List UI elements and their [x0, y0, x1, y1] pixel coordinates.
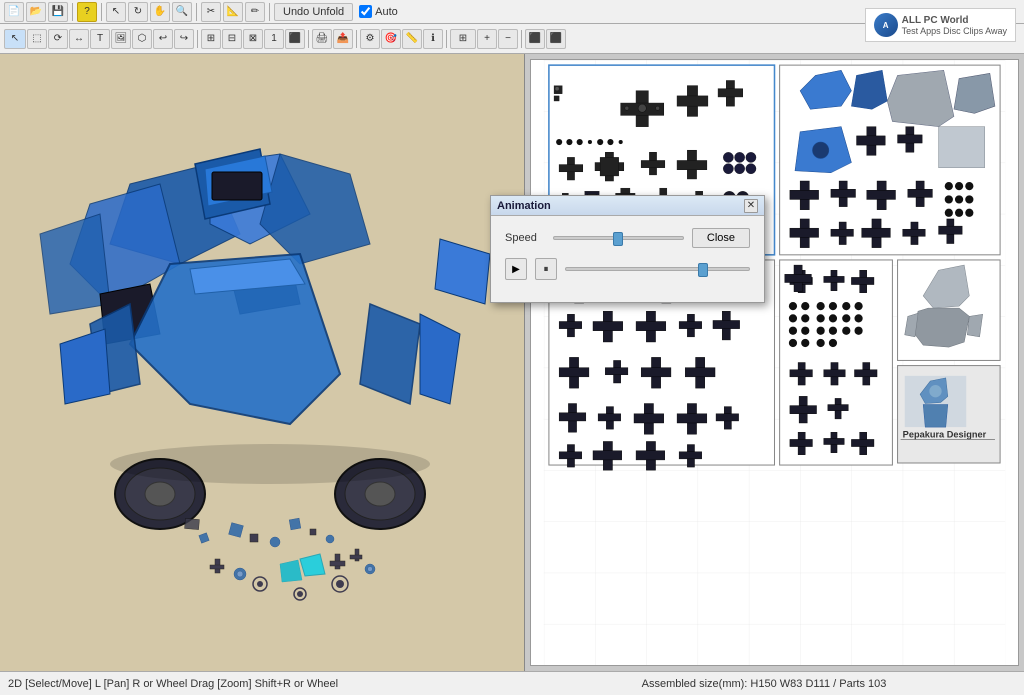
sep4 — [269, 3, 270, 21]
watermark-text: ALL PC World Test Apps Disc Clips Away — [902, 15, 1007, 36]
image-icon[interactable]: 🖼 — [111, 29, 131, 49]
3d-view-icon[interactable]: 🎯 — [381, 29, 401, 49]
status-left: 2D [Select/Move] L [Pan] R or Wheel Drag… — [8, 678, 512, 690]
animation-title: Animation — [497, 200, 551, 212]
extra2-icon[interactable]: ⬛ — [546, 29, 566, 49]
new-icon[interactable]: 📄 — [4, 2, 24, 22]
undo-unfold-button[interactable]: Undo Unfold — [274, 3, 353, 21]
sep5 — [197, 30, 198, 48]
unfold-icon[interactable]: ⬡ — [132, 29, 152, 49]
sep8 — [446, 30, 447, 48]
robot-model — [30, 104, 490, 634]
pause-button[interactable]: ⏸ — [535, 258, 557, 280]
auto-checkbox[interactable] — [359, 5, 372, 18]
svg-text:Pepakura Designer: Pepakura Designer — [903, 429, 987, 439]
flip-icon[interactable]: ↔ — [69, 29, 89, 49]
sep7 — [356, 30, 357, 48]
animation-playback-row: ▶ ⏸ — [505, 258, 750, 280]
auto-label: Auto — [375, 6, 398, 18]
animation-speed-row: Speed Close — [505, 228, 750, 248]
snap-icon[interactable]: ⊞ — [201, 29, 221, 49]
play-button[interactable]: ▶ — [505, 258, 527, 280]
paper-layout: Pepakura Designer — [530, 59, 1019, 666]
save-icon[interactable]: 💾 — [48, 2, 68, 22]
sep3 — [196, 3, 197, 21]
number-icon[interactable]: 1 — [264, 29, 284, 49]
speed-slider[interactable] — [553, 236, 684, 240]
status-right: Assembled size(mm): H150 W83 D111 / Part… — [512, 678, 1016, 690]
watermark: A ALL PC World Test Apps Disc Clips Away — [865, 8, 1016, 42]
animation-close-button[interactable]: Close — [692, 228, 750, 248]
open-icon[interactable]: 📂 — [26, 2, 46, 22]
fold-icon[interactable]: 📐 — [223, 2, 243, 22]
animation-dialog: Animation ✕ Speed Close ▶ ⏸ — [490, 195, 765, 303]
speed-label: Speed — [505, 232, 545, 244]
status-bar: 2D [Select/Move] L [Pan] R or Wheel Drag… — [0, 671, 1024, 695]
undo-icon[interactable]: ↩ — [153, 29, 173, 49]
layout-icon[interactable]: ⬛ — [285, 29, 305, 49]
sep2 — [101, 3, 102, 21]
zoom-icon[interactable]: 🔍 — [172, 2, 192, 22]
progress-bar[interactable] — [565, 267, 750, 271]
select-move-icon[interactable]: ↖ — [4, 29, 26, 49]
toolbar-top: 📄 📂 💾 ? ↖ ↻ ✋ 🔍 ✂ 📐 ✏ Undo Unfold Auto A… — [0, 0, 1024, 24]
zoom-out-icon[interactable]: − — [498, 29, 518, 49]
export-icon[interactable]: 📤 — [333, 29, 353, 49]
animation-titlebar: Animation ✕ — [491, 196, 764, 216]
3d-view[interactable] — [0, 54, 525, 671]
cursor-icon[interactable]: ↖ — [106, 2, 126, 22]
measure-icon[interactable]: 📏 — [402, 29, 422, 49]
sep6 — [308, 30, 309, 48]
pan-icon[interactable]: ✋ — [150, 2, 170, 22]
distribute-icon[interactable]: ⊠ — [243, 29, 263, 49]
2d-view[interactable]: Pepakura Designer — [525, 54, 1024, 671]
auto-checkbox-container: Auto — [359, 5, 398, 18]
extra1-icon[interactable]: ⬛ — [525, 29, 545, 49]
rotate3d-icon[interactable]: ↻ — [128, 2, 148, 22]
zoom-in-icon[interactable]: + — [477, 29, 497, 49]
print-icon[interactable]: 🖨 — [312, 29, 332, 49]
text-icon[interactable]: T — [90, 29, 110, 49]
zoom-fit-icon[interactable]: ⊞ — [450, 29, 476, 49]
align-icon[interactable]: ⊟ — [222, 29, 242, 49]
cut-icon[interactable]: ✂ — [201, 2, 221, 22]
animation-body: Speed Close ▶ ⏸ — [491, 216, 764, 302]
progress-thumb — [698, 263, 708, 277]
redo-icon[interactable]: ↪ — [174, 29, 194, 49]
rotate-icon[interactable]: ⟳ — [48, 29, 68, 49]
main-area: Pepakura Designer — [0, 54, 1024, 671]
animation-close-x-button[interactable]: ✕ — [744, 199, 758, 213]
sep9 — [521, 30, 522, 48]
info-icon[interactable]: ℹ — [423, 29, 443, 49]
speed-slider-thumb — [613, 232, 623, 246]
select2-icon[interactable]: ⬚ — [27, 29, 47, 49]
mark-icon[interactable]: ✏ — [245, 2, 265, 22]
sep1 — [72, 3, 73, 21]
settings-icon[interactable]: ⚙ — [360, 29, 380, 49]
help-icon[interactable]: ? — [77, 2, 97, 22]
watermark-logo: A — [874, 13, 898, 37]
